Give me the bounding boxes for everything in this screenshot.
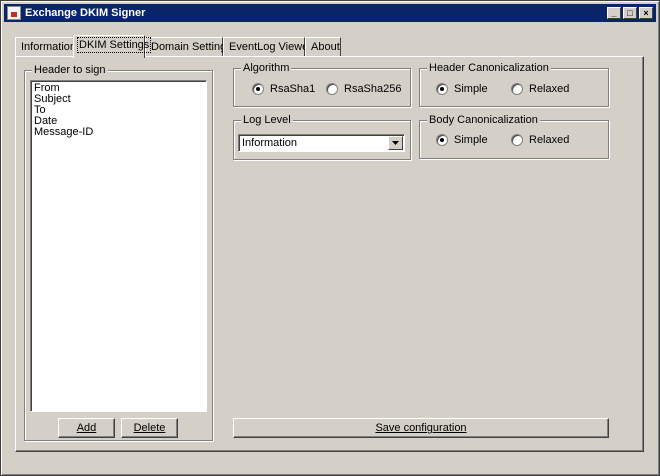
tab-label: Domain Settings xyxy=(151,41,232,53)
radio-circle[interactable] xyxy=(326,83,338,95)
log-level-value: Information xyxy=(242,137,298,149)
radio-rsasha256[interactable]: RsaSha256 xyxy=(326,82,402,96)
radio-circle[interactable] xyxy=(511,134,523,146)
log-level-label: Log Level xyxy=(241,114,293,126)
radio-body-relaxed[interactable]: Relaxed xyxy=(511,133,569,147)
app-window: Exchange DKIM Signer _ □ × Information D… xyxy=(0,0,660,476)
list-item[interactable]: Subject xyxy=(33,94,204,105)
add-button-label: Add xyxy=(76,422,97,434)
radio-label: Relaxed xyxy=(529,134,570,146)
tab-label: About xyxy=(311,41,340,53)
close-icon: × xyxy=(643,7,649,18)
radio-header-simple[interactable]: Simple xyxy=(436,82,488,96)
minimize-icon: _ xyxy=(611,7,617,18)
tab-label: EventLog Viewer xyxy=(229,41,312,53)
delete-button[interactable]: Delete xyxy=(121,418,178,438)
radio-rsasha1[interactable]: RsaSha1 xyxy=(252,82,315,96)
radio-circle[interactable] xyxy=(436,134,448,146)
save-configuration-label: Save configuration xyxy=(375,422,467,434)
tab-label: DKIM Settings xyxy=(76,37,152,53)
save-configuration-button[interactable]: Save configuration xyxy=(233,418,609,438)
radio-header-relaxed[interactable]: Relaxed xyxy=(511,82,569,96)
tab-information[interactable]: Information xyxy=(15,37,77,57)
radio-label: Simple xyxy=(454,83,488,95)
radio-label: RsaSha256 xyxy=(344,83,402,95)
algorithm-label: Algorithm xyxy=(241,62,292,74)
app-icon xyxy=(7,6,21,20)
radio-label: Relaxed xyxy=(529,83,570,95)
title-bar[interactable]: Exchange DKIM Signer _ □ × xyxy=(4,4,656,22)
radio-body-simple[interactable]: Simple xyxy=(436,133,488,147)
delete-button-label: Delete xyxy=(133,422,166,434)
tab-dkim-settings[interactable]: DKIM Settings xyxy=(73,35,152,58)
radio-circle[interactable] xyxy=(436,83,448,95)
tab-domain-settings[interactable]: Domain Settings xyxy=(145,37,232,57)
chevron-down-icon xyxy=(392,141,399,145)
tab-label: Information xyxy=(21,41,77,53)
header-list[interactable]: From Subject To Date Message-ID xyxy=(30,80,207,412)
tab-about[interactable]: About xyxy=(305,37,341,57)
header-to-sign-label: Header to sign xyxy=(32,64,108,76)
radio-circle[interactable] xyxy=(252,83,264,95)
radio-circle[interactable] xyxy=(511,83,523,95)
minimize-button[interactable]: _ xyxy=(607,7,621,19)
dropdown-arrow-button[interactable] xyxy=(388,136,403,150)
window-title: Exchange DKIM Signer xyxy=(25,7,146,19)
header-canonicalization-label: Header Canonicalization xyxy=(427,62,551,74)
list-item[interactable]: To xyxy=(33,105,204,116)
radio-label: RsaSha1 xyxy=(270,83,316,95)
close-button[interactable]: × xyxy=(639,7,653,19)
body-canonicalization-label: Body Canonicalization xyxy=(427,114,540,126)
maximize-button[interactable]: □ xyxy=(623,7,637,19)
log-level-select[interactable]: Information xyxy=(238,134,405,152)
list-item[interactable]: Message-ID xyxy=(33,127,204,138)
tab-eventlog-viewer[interactable]: EventLog Viewer xyxy=(223,37,312,57)
radio-label: Simple xyxy=(454,134,488,146)
add-button[interactable]: Add xyxy=(58,418,115,438)
maximize-icon: □ xyxy=(627,7,633,18)
